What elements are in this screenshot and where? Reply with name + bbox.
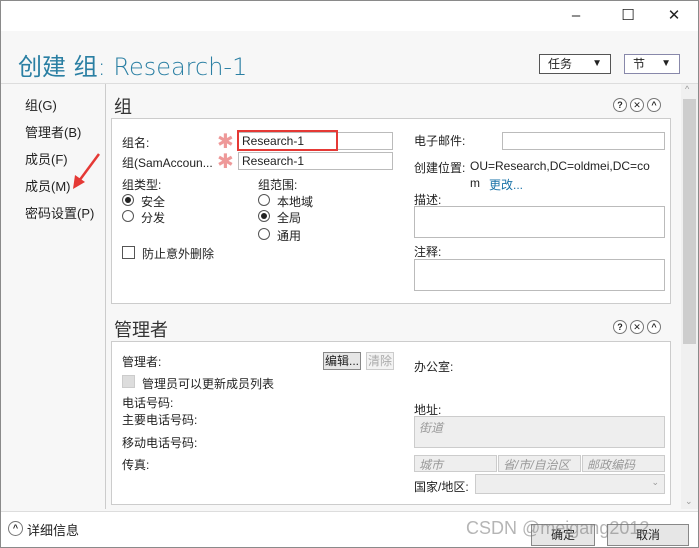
zip-input[interactable]: 邮政编码 — [582, 455, 665, 472]
fax-label: 传真: — [122, 458, 150, 472]
can-update-label: 管理员可以更新成员列表 — [142, 377, 275, 391]
radio-domain-local[interactable] — [258, 194, 270, 206]
location-value: OU=Research,DC=oldmei,DC=co — [470, 159, 650, 173]
radio-global[interactable] — [258, 210, 270, 222]
location-value-cont: m — [470, 176, 480, 190]
collapse-icon[interactable]: ^ — [647, 320, 661, 334]
group-scope-label: 组范围: — [258, 178, 298, 192]
clear-button[interactable]: 清除 — [366, 352, 394, 370]
close-button[interactable]: ✕ — [659, 5, 689, 27]
radio-universal-label: 通用 — [277, 229, 302, 243]
footer-bar: ^ 详细信息 确定 取消 CSDN @meigang2012 — [1, 511, 698, 547]
chevron-down-icon: ▼ — [661, 58, 671, 69]
expand-details-icon[interactable]: ^ — [8, 521, 23, 536]
edit-button[interactable]: 编辑... — [323, 352, 361, 370]
manager-label: 管理者: — [122, 355, 162, 369]
nav-item-managed-by[interactable]: 管理者(B) — [25, 122, 81, 141]
email-label: 电子邮件: — [414, 134, 466, 148]
required-icon: ✱ — [217, 131, 234, 153]
tasks-label: 任务 — [548, 57, 573, 71]
close-icon[interactable]: ✕ — [630, 320, 644, 334]
country-select[interactable]: ⌄ — [475, 474, 665, 494]
help-icon[interactable]: ? — [613, 98, 627, 112]
change-location-link[interactable]: 更改... — [489, 176, 523, 193]
mobile-label: 移动电话号码: — [122, 436, 198, 450]
radio-security-label: 安全 — [141, 195, 166, 209]
sections-label: 节 — [633, 57, 646, 71]
radio-security[interactable] — [122, 194, 134, 206]
nav-item-password-settings[interactable]: 密码设置(P) — [25, 203, 94, 222]
street-input[interactable]: 街道 — [414, 416, 665, 448]
country-label: 国家/地区: — [414, 480, 469, 494]
maximize-button[interactable]: ☐ — [613, 5, 643, 27]
divider — [114, 118, 669, 119]
details-label[interactable]: 详细信息 — [27, 520, 79, 539]
section-heading-managed-by: 管理者 — [114, 320, 168, 340]
vertical-scrollbar[interactable]: ^ ⌄ — [681, 84, 698, 509]
location-label: 创建位置: — [414, 161, 466, 175]
red-arrow-annotation — [73, 153, 101, 189]
radio-domain-local-label: 本地域 — [277, 195, 314, 209]
office-label: 办公室: — [414, 360, 454, 374]
phone-label: 电话号码: — [122, 396, 174, 410]
title-bar: – ☐ ✕ — [1, 1, 698, 31]
nav-item-members[interactable]: 成员(M) — [25, 176, 71, 195]
chevron-down-icon: ⌄ — [651, 477, 659, 487]
city-input[interactable]: 城市 — [414, 455, 497, 472]
scroll-up-icon[interactable]: ^ — [685, 84, 689, 94]
description-input[interactable] — [414, 206, 665, 238]
divider — [105, 84, 106, 509]
radio-distribution[interactable] — [122, 210, 134, 222]
sam-account-input[interactable]: Research-1 — [238, 152, 393, 170]
highlight-box — [237, 130, 338, 151]
radio-global-label: 全局 — [277, 211, 302, 225]
close-icon[interactable]: ✕ — [630, 98, 644, 112]
section-controls: ? ✕ ^ — [613, 320, 661, 334]
protect-checkbox[interactable] — [122, 246, 135, 259]
scrollbar-thumb[interactable] — [683, 99, 696, 344]
protect-label: 防止意外删除 — [142, 247, 215, 261]
chevron-down-icon: ▼ — [592, 58, 602, 69]
email-input[interactable] — [502, 132, 665, 150]
notes-label: 注释: — [414, 245, 442, 259]
nav-item-member-of[interactable]: 成员(F) — [25, 149, 68, 168]
collapse-icon[interactable]: ^ — [647, 98, 661, 112]
create-group-window: – ☐ ✕ 创建 组: Research-1 任务 ▼ 节 ▼ 组(G) 管理者(B… — [0, 0, 699, 548]
radio-universal[interactable] — [258, 228, 270, 240]
section-heading-group: 组 — [114, 97, 132, 117]
sections-dropdown[interactable]: 节 ▼ — [624, 54, 680, 74]
scroll-down-icon[interactable]: ⌄ — [685, 496, 693, 507]
main-phone-label: 主要电话号码: — [122, 413, 198, 427]
radio-distribution-label: 分发 — [141, 211, 166, 225]
tasks-dropdown[interactable]: 任务 ▼ — [539, 54, 611, 74]
can-update-checkbox[interactable] — [122, 375, 135, 388]
notes-input[interactable] — [414, 259, 665, 291]
group-name-label: 组名: — [122, 136, 150, 150]
required-icon: ✱ — [217, 151, 234, 173]
nav-item-group[interactable]: 组(G) — [25, 95, 57, 114]
sam-account-label: 组(SamAccoun... — [122, 156, 213, 170]
group-type-label: 组类型: — [122, 178, 162, 192]
province-input[interactable]: 省/市/自治区 — [498, 455, 581, 472]
minimize-button[interactable]: – — [561, 5, 591, 27]
page-title: 创建 组: Research-1 — [18, 53, 248, 81]
watermark: CSDN @meigang2012 — [466, 518, 650, 538]
section-controls: ? ✕ ^ — [613, 98, 661, 112]
help-icon[interactable]: ? — [613, 320, 627, 334]
